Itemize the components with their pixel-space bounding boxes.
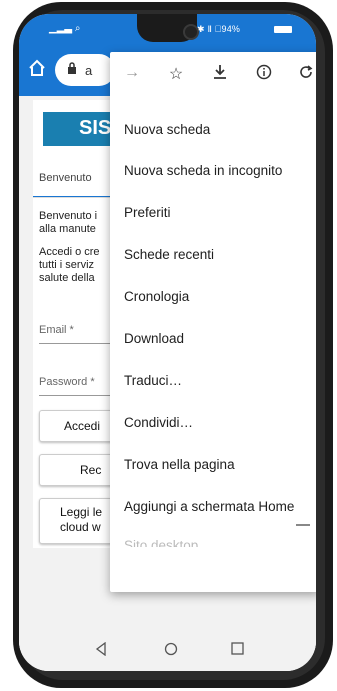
menu-item-history[interactable]: Cronologia: [124, 289, 189, 304]
intro-text: Accedi o cre tutti i serviz salute della: [39, 246, 100, 284]
site-logo: SIS: [43, 112, 113, 146]
menu-item-find-in-page[interactable]: Trova nella pagina: [124, 457, 235, 472]
menu-item-share[interactable]: Condividi…: [124, 415, 193, 430]
home-icon[interactable]: [27, 58, 49, 80]
address-bar[interactable]: a: [55, 54, 115, 86]
menu-item-downloads[interactable]: Download: [124, 331, 184, 346]
android-navbar: [19, 634, 316, 671]
browser-menu: → ☆ Nuova scheda Nuova scheda in incogni…: [110, 52, 316, 592]
tab-welcome[interactable]: Benvenuto: [33, 166, 113, 198]
welcome-text: Benvenuto i alla manute: [39, 210, 98, 235]
logo-text: SIS: [79, 117, 112, 139]
home-nav-icon[interactable]: [164, 642, 178, 661]
download-icon[interactable]: [210, 64, 230, 85]
refresh-icon[interactable]: [296, 64, 316, 85]
email-field[interactable]: Email *: [39, 324, 119, 336]
menu-item-incognito[interactable]: Nuova scheda in incognito: [124, 163, 282, 178]
info-icon[interactable]: [254, 64, 274, 85]
battery-icon: [274, 26, 292, 33]
desktop-site-checkbox[interactable]: [296, 524, 310, 538]
battery-status: ✱ Ⅱ ⃞94%: [197, 24, 241, 34]
url-text: a: [85, 63, 93, 78]
password-field[interactable]: Password *: [39, 376, 119, 388]
lock-icon: [67, 62, 77, 77]
recents-icon[interactable]: [231, 642, 244, 660]
login-button-label: Accedi: [64, 419, 101, 433]
tab-label: Benvenuto: [39, 172, 92, 184]
forward-icon[interactable]: →: [122, 64, 142, 82]
menu-item-translate[interactable]: Traduci…: [124, 373, 182, 388]
menu-item-add-to-home[interactable]: Aggiungi a schermata Home: [124, 499, 294, 514]
recover-button-label: Rec: [80, 463, 102, 477]
password-underline: [39, 395, 119, 396]
read-button-label: Leggi le cloud w: [60, 505, 103, 534]
star-icon[interactable]: ☆: [166, 64, 186, 84]
signal-wifi-icon: ▁▂▃ ⌕: [49, 23, 81, 34]
back-icon[interactable]: [95, 641, 107, 661]
email-underline: [39, 343, 119, 344]
menu-top-actions: → ☆: [110, 52, 316, 96]
camera-icon: [183, 24, 199, 40]
screen: ▁▂▃ ⌕ ✱ Ⅱ ⃞94% a SIS Benvenuto Benvenuto…: [19, 14, 316, 671]
menu-item-desktop-site[interactable]: Sito desktop: [124, 538, 198, 547]
menu-item-recent-tabs[interactable]: Schede recenti: [124, 247, 214, 262]
menu-item-bookmarks[interactable]: Preferiti: [124, 205, 171, 220]
menu-item-new-tab[interactable]: Nuova scheda: [124, 122, 210, 137]
